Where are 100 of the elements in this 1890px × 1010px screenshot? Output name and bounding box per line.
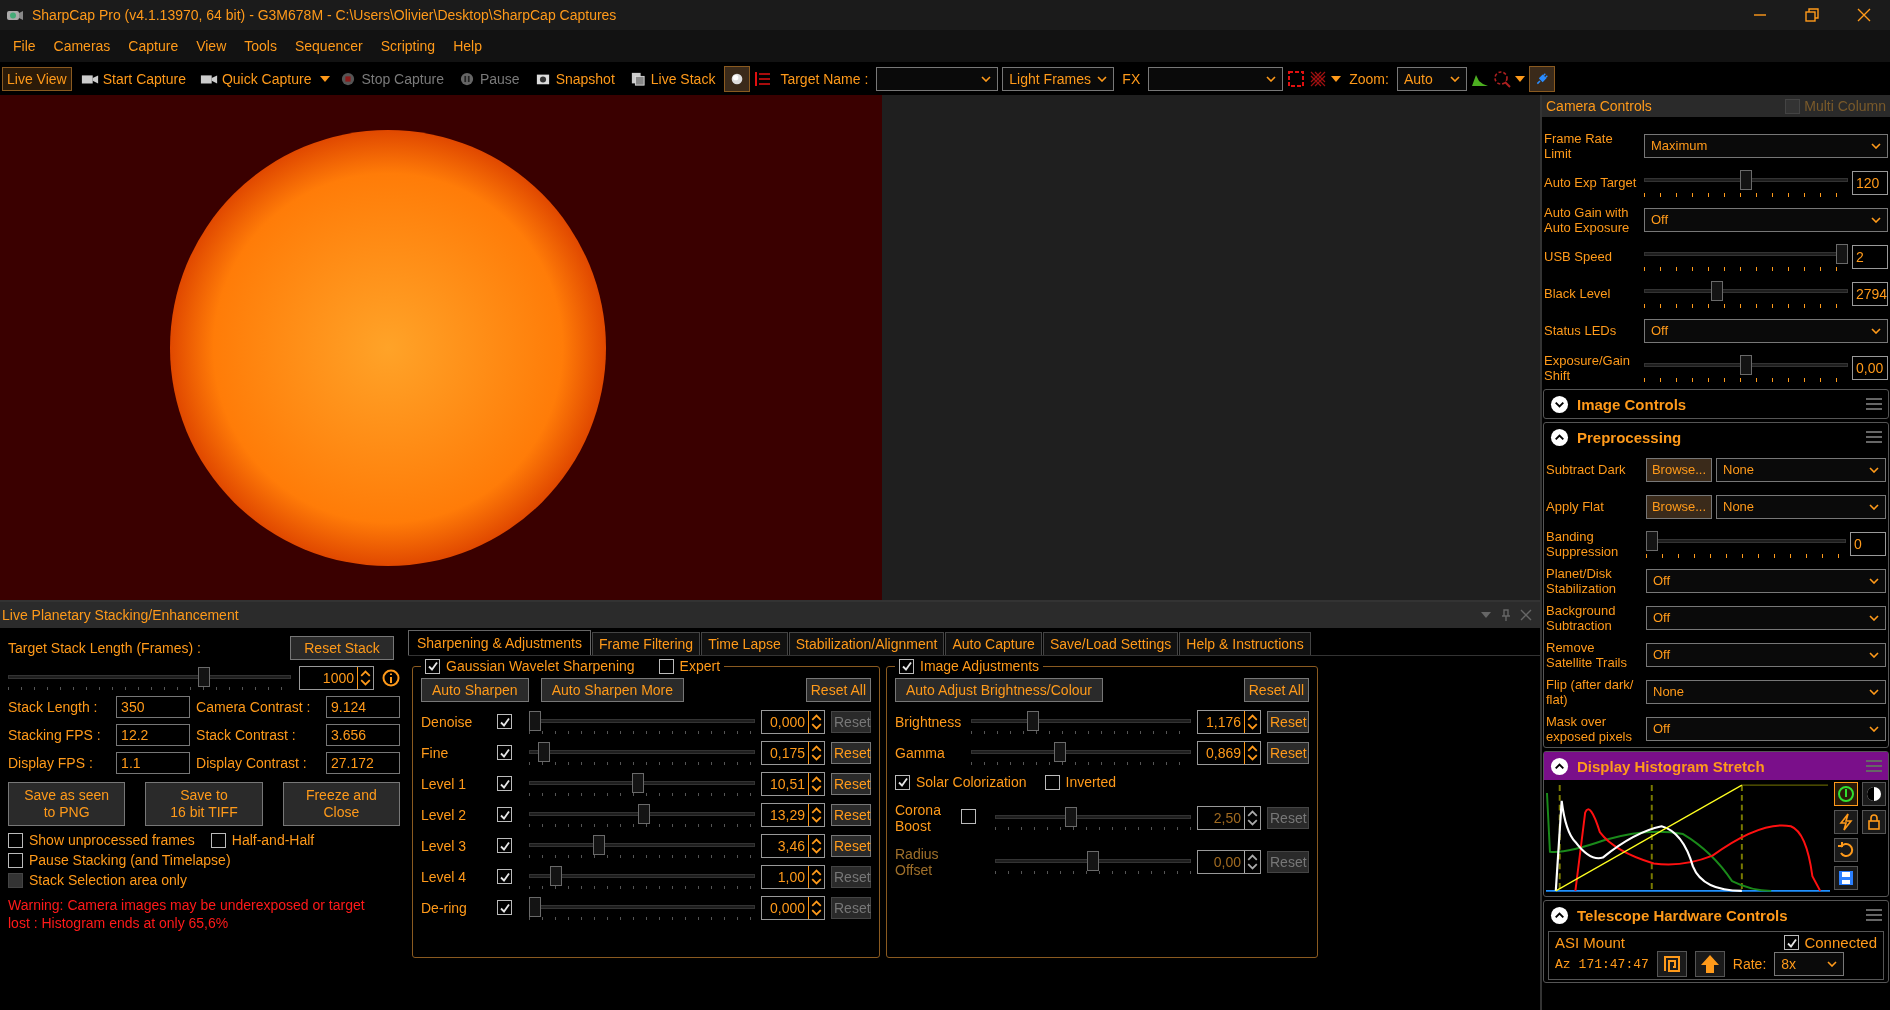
checkbox[interactable]: [497, 900, 512, 915]
info-icon[interactable]: [382, 669, 400, 687]
checkbox[interactable]: [497, 807, 512, 822]
slider-thumb[interactable]: [550, 865, 563, 886]
dropdown[interactable]: None: [1716, 457, 1886, 482]
spin-arrows-icon[interactable]: [808, 834, 824, 857]
menu-item[interactable]: Help: [444, 38, 491, 54]
section-header[interactable]: Preprocessing: [1544, 423, 1888, 451]
action-button[interactable]: Freeze and Close: [282, 782, 400, 826]
checkbox[interactable]: [1044, 774, 1060, 790]
close-icon[interactable]: [1856, 7, 1872, 23]
dropdown[interactable]: Off: [1646, 605, 1886, 630]
caret-icon[interactable]: [1514, 75, 1525, 82]
menu-icon[interactable]: [1866, 909, 1882, 921]
number-field[interactable]: 0,000: [761, 895, 825, 920]
lock-button[interactable]: [1862, 810, 1886, 834]
dropdown[interactable]: Auto: [1396, 66, 1467, 91]
number-field[interactable]: 0,175: [761, 740, 825, 765]
dropdown[interactable]: None: [1646, 679, 1886, 704]
value-field[interactable]: 0,00: [1852, 355, 1888, 380]
caret-icon[interactable]: [1331, 75, 1342, 82]
value-field[interactable]: 350: [116, 696, 191, 718]
tab[interactable]: Save/Load Settings: [1042, 632, 1179, 655]
section-header[interactable]: Image Controls: [1544, 390, 1888, 418]
menu-icon[interactable]: [1866, 398, 1882, 410]
slider-thumb[interactable]: [1054, 741, 1067, 762]
contrast-button[interactable]: [1862, 782, 1886, 806]
checkbox[interactable]: [899, 658, 914, 674]
checkbox[interactable]: [497, 776, 512, 791]
moon-button[interactable]: [724, 65, 751, 92]
menu-icon[interactable]: [1866, 431, 1882, 443]
checkbox[interactable]: [1784, 935, 1800, 950]
number-field[interactable]: 10,51: [761, 771, 825, 796]
reset-button[interactable]: Reset: [831, 834, 871, 857]
dropdown[interactable]: Maximum: [1644, 133, 1888, 158]
number-field[interactable]: 13,29: [761, 802, 825, 827]
connect-button[interactable]: [1528, 65, 1555, 92]
browse-button[interactable]: Browse...: [1646, 494, 1712, 519]
menu-item[interactable]: Scripting: [371, 38, 445, 54]
menu-item[interactable]: Capture: [119, 38, 188, 54]
restore-icon[interactable]: [1804, 7, 1820, 23]
menu-item[interactable]: File: [4, 38, 45, 54]
dropdown[interactable]: Light Frames: [1002, 66, 1115, 91]
slider-thumb[interactable]: [638, 803, 651, 824]
checkbox[interactable]: [895, 774, 910, 790]
reset-button[interactable]: Reset: [1267, 741, 1309, 764]
checkbox[interactable]: [497, 869, 512, 884]
checkbox[interactable]: [8, 832, 23, 848]
highlight-marker[interactable]: [1740, 784, 1743, 892]
value-field[interactable]: 27.172: [326, 752, 400, 774]
spin-arrows-icon[interactable]: [808, 710, 824, 733]
collapse-icon[interactable]: [1550, 427, 1569, 447]
number-field[interactable]: 1000: [299, 666, 374, 690]
toolbar-button[interactable]: Live Stack: [623, 66, 721, 91]
checkbox[interactable]: [8, 852, 23, 868]
value-field[interactable]: 1.1: [116, 752, 191, 774]
browse-button[interactable]: Browse...: [1646, 457, 1712, 482]
auto-sharpen-button[interactable]: Auto Sharpen: [421, 678, 529, 702]
slider-thumb[interactable]: [537, 741, 550, 762]
number-field[interactable]: 0,869: [1197, 740, 1261, 765]
menu-item[interactable]: View: [187, 38, 236, 54]
spin-arrows-icon[interactable]: [1244, 741, 1260, 764]
power-button[interactable]: [1834, 782, 1858, 806]
number-field[interactable]: 1,00: [761, 864, 825, 889]
toolbar-button[interactable]: Live View: [2, 66, 72, 91]
slider-thumb[interactable]: [1836, 243, 1848, 264]
slider-thumb[interactable]: [1646, 530, 1658, 551]
spin-arrows-icon[interactable]: [357, 667, 373, 689]
checkbox[interactable]: [497, 838, 512, 853]
dropdown[interactable]: Off: [1646, 716, 1886, 741]
checkbox[interactable]: [497, 714, 512, 729]
boost-button[interactable]: [1834, 810, 1858, 834]
section-header[interactable]: Display Histogram Stretch: [1544, 752, 1888, 780]
value-field[interactable]: 0: [1850, 531, 1886, 556]
reset-button[interactable]: Reset: [831, 772, 871, 795]
number-field[interactable]: 1,176: [1197, 709, 1261, 734]
menu-item[interactable]: Cameras: [44, 38, 120, 54]
slider-thumb[interactable]: [1711, 280, 1724, 301]
expand-icon[interactable]: [1550, 394, 1569, 414]
value-field[interactable]: 2: [1852, 244, 1888, 269]
reset-button[interactable]: Reset: [831, 741, 871, 764]
reset-all-button[interactable]: Reset All: [1243, 678, 1309, 702]
auto-sharpen-button[interactable]: Auto Sharpen More: [540, 678, 685, 702]
value-field[interactable]: 120: [1852, 170, 1888, 195]
slider-thumb[interactable]: [1027, 710, 1040, 731]
slider-thumb[interactable]: [197, 667, 210, 687]
section-header[interactable]: Telescope Hardware Controls: [1544, 901, 1888, 929]
spin-arrows-icon[interactable]: [808, 741, 824, 764]
dropdown[interactable]: Off: [1644, 318, 1888, 343]
menu-item[interactable]: Tools: [235, 38, 286, 54]
slider-thumb[interactable]: [529, 710, 541, 731]
tab[interactable]: Help & Instructions: [1179, 632, 1311, 655]
checkbox[interactable]: [210, 832, 226, 848]
checkbox[interactable]: [425, 658, 440, 674]
tab[interactable]: Frame Filtering: [592, 632, 701, 655]
tab[interactable]: Sharpening & Adjustments: [408, 630, 591, 655]
value-field[interactable]: 12.2: [116, 724, 191, 746]
dropdown[interactable]: 8x: [1774, 952, 1845, 976]
action-button[interactable]: Save as seen to PNG: [8, 782, 126, 826]
tab[interactable]: Time Lapse: [701, 632, 788, 655]
